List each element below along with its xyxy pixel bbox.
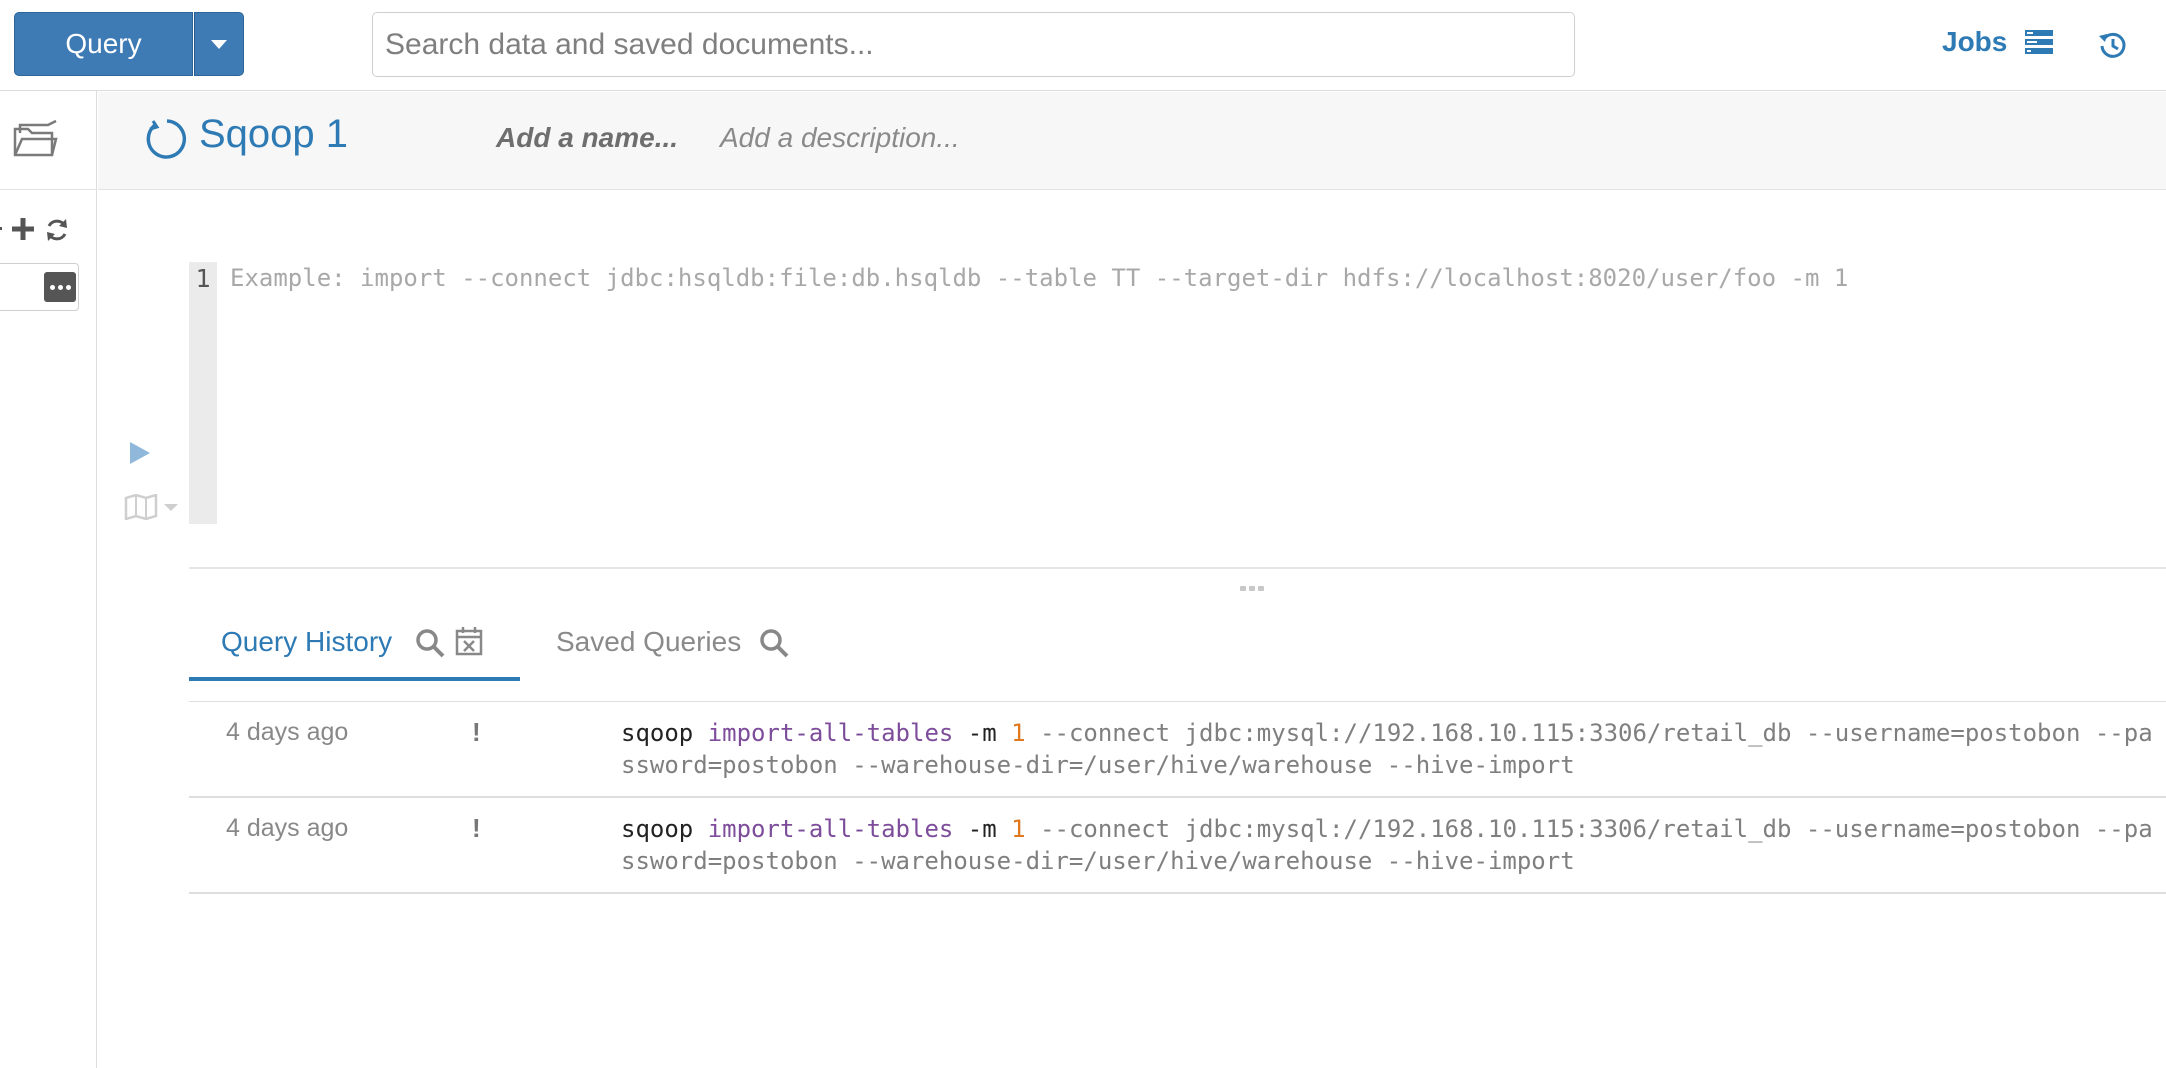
jobs-label: Jobs xyxy=(1942,26,2008,57)
jobs-link[interactable]: Jobs xyxy=(1942,26,2054,58)
query-button-label: Query xyxy=(65,28,142,59)
statement-command: sqoop xyxy=(621,815,694,843)
history-row[interactable]: 4 days ago ! sqoop import-all-tables -m … xyxy=(189,799,2166,894)
folder-icon[interactable] xyxy=(12,119,58,159)
statement-subcommand: import-all-tables xyxy=(707,719,954,747)
jobs-icon xyxy=(2025,30,2054,54)
tab-saved-queries[interactable]: Saved Queries xyxy=(556,626,741,658)
statement-option: -m xyxy=(967,815,997,843)
statement-number: 1 xyxy=(1011,719,1026,747)
panel-divider xyxy=(0,189,97,190)
caret-down-icon xyxy=(211,39,227,49)
statement-command: sqoop xyxy=(621,719,694,747)
book-icon[interactable] xyxy=(124,494,158,520)
query-dropdown-toggle[interactable] xyxy=(194,12,244,76)
tab-query-history[interactable]: Query History xyxy=(221,626,392,658)
calendar-clear-icon[interactable] xyxy=(455,626,483,656)
snippet-header: Sqoop 1 Add a name... Add a description.… xyxy=(98,92,2166,190)
history-time: 4 days ago xyxy=(226,718,349,746)
status-flag: ! xyxy=(472,717,481,747)
editor-gutter: 1 xyxy=(189,262,217,524)
editor-divider xyxy=(189,567,2166,569)
tabs-divider xyxy=(189,701,2166,702)
query-button[interactable]: Query xyxy=(14,12,193,76)
plus-icon[interactable] xyxy=(12,218,34,240)
add-description-field[interactable]: Add a description... xyxy=(720,122,960,154)
status-flag: ! xyxy=(472,813,481,843)
search-icon[interactable] xyxy=(415,628,445,658)
active-tab-indicator xyxy=(189,677,520,681)
statement-number: 1 xyxy=(1011,815,1026,843)
add-name-field[interactable]: Add a name... xyxy=(496,122,678,154)
snippet-title: Sqoop 1 xyxy=(199,112,349,156)
collapse-icon[interactable] xyxy=(0,227,2,230)
code-editor[interactable]: Example: import --connect jdbc:hsqldb:fi… xyxy=(230,264,1848,292)
statement-option: -m xyxy=(967,719,997,747)
refresh-icon[interactable] xyxy=(44,217,70,243)
statement-subcommand: import-all-tables xyxy=(707,815,954,843)
more-icon[interactable] xyxy=(44,272,76,302)
top-bar: Query Jobs xyxy=(0,0,2166,91)
history-time: 4 days ago xyxy=(226,814,349,842)
global-search-input[interactable] xyxy=(372,12,1575,77)
resize-handle-icon[interactable] xyxy=(1240,586,1264,591)
play-icon[interactable] xyxy=(128,440,152,466)
history-icon[interactable] xyxy=(2098,30,2128,60)
chevron-down-icon[interactable] xyxy=(164,504,178,511)
search-icon[interactable] xyxy=(759,628,789,658)
history-row[interactable]: 4 days ago ! sqoop import-all-tables -m … xyxy=(189,703,2166,798)
sqoop-icon xyxy=(146,119,187,159)
line-number: 1 xyxy=(195,264,211,293)
history-statement: sqoop import-all-tables -m 1 --connect j… xyxy=(621,717,2166,781)
history-statement: sqoop import-all-tables -m 1 --connect j… xyxy=(621,813,2166,877)
left-assist-panel xyxy=(0,91,97,1068)
